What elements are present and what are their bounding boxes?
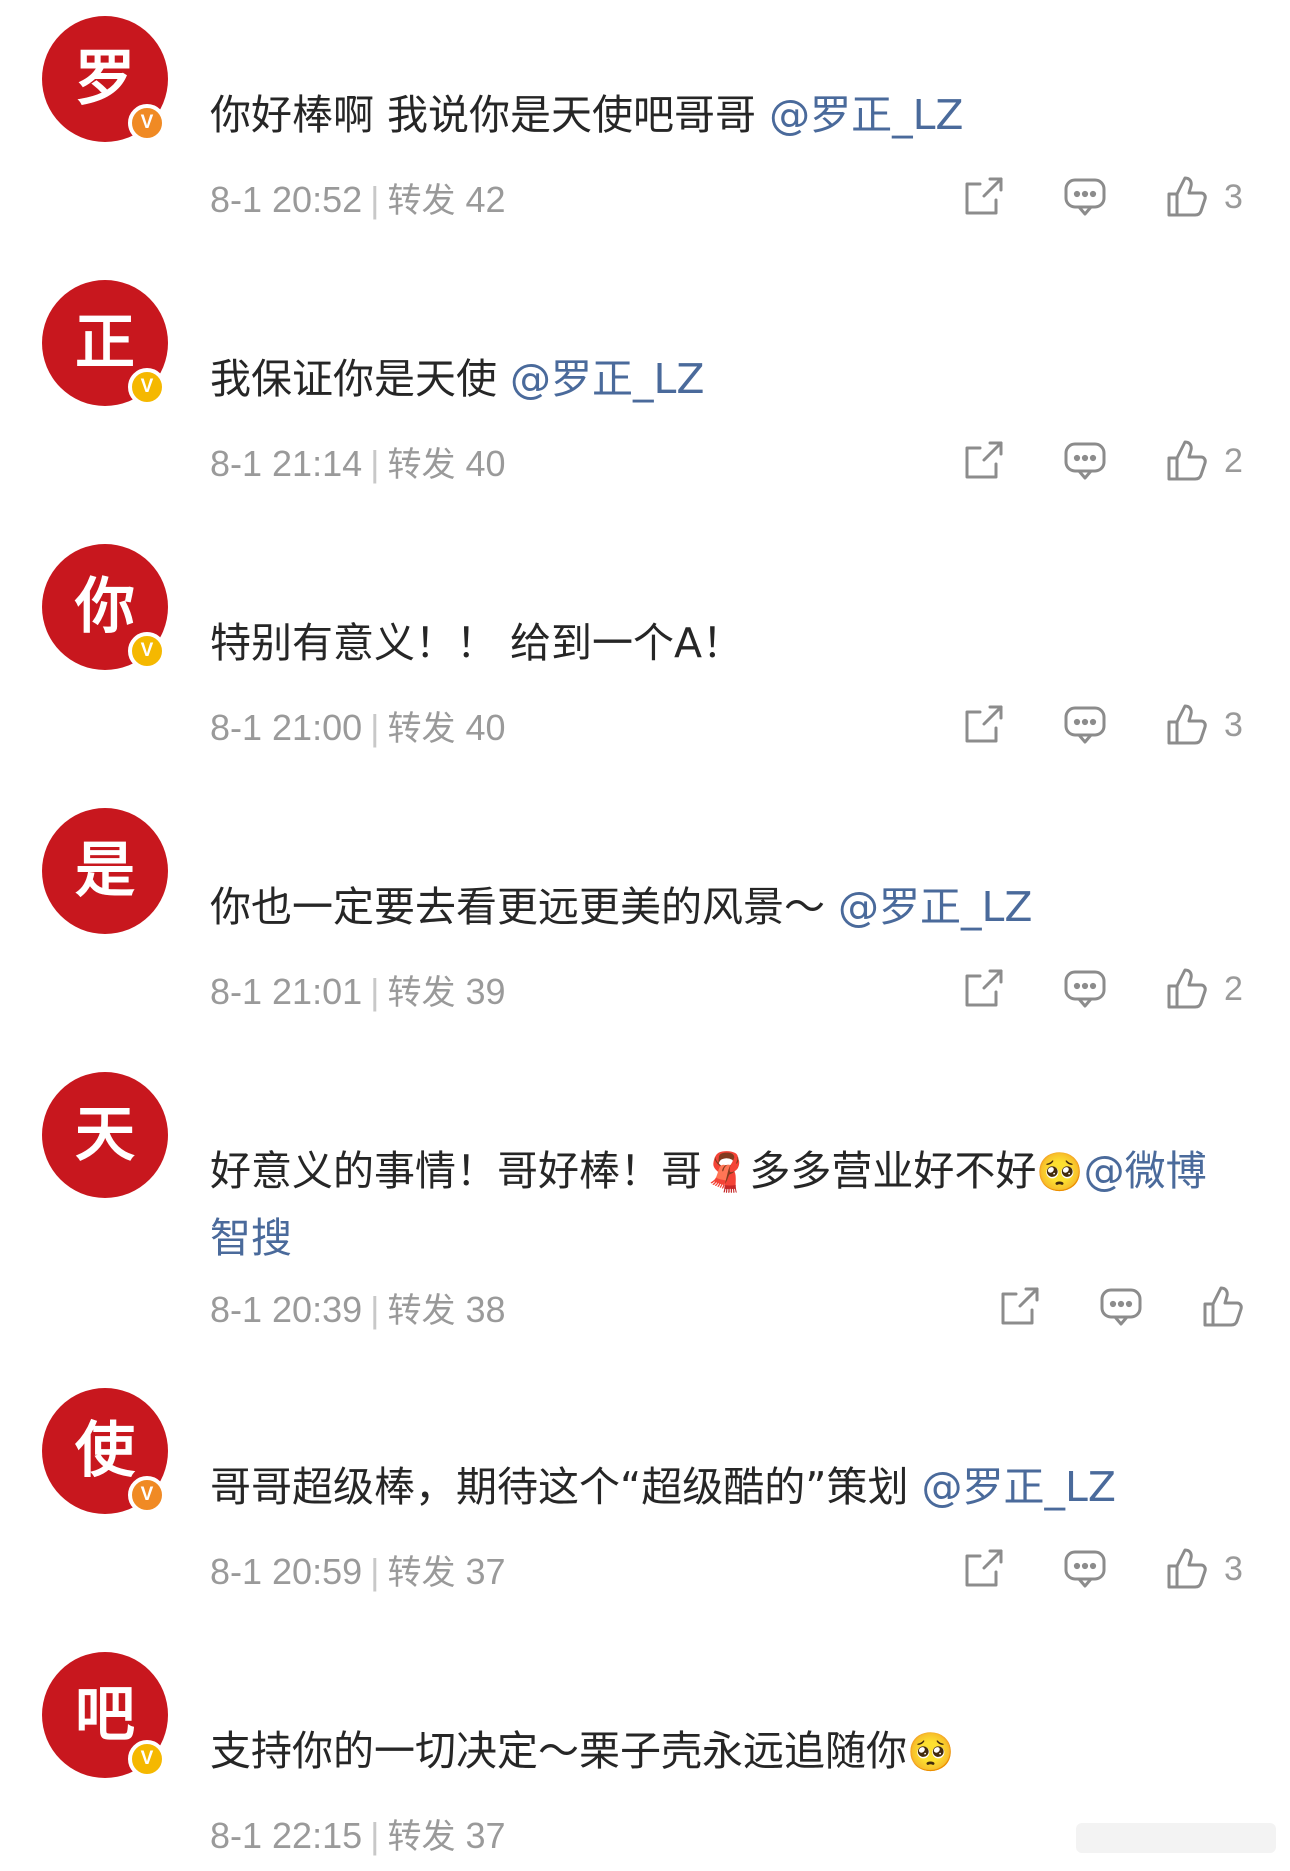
comment-text: 你好棒啊 我说你是天使吧哥哥 @罗正_LZ xyxy=(210,82,1240,148)
comment-text: 特别有意义！！ 给到一个A！ xyxy=(210,610,1240,676)
repost-label: 转发 xyxy=(387,181,456,221)
avatar-initial: 你 xyxy=(75,572,135,642)
avatar-initial: 是 xyxy=(75,836,135,906)
comment-meta: 8-1 21:00 | 转发 40 xyxy=(210,707,506,749)
comment-text: 你也一定要去看更远更美的风景～ @罗正_LZ xyxy=(210,874,1240,940)
share-icon[interactable] xyxy=(960,174,1006,220)
like-count: 3 xyxy=(1224,706,1243,744)
comment-icon[interactable] xyxy=(1098,1284,1144,1330)
comment-body: 支持你的一切决定～栗子壳永远追随你 xyxy=(210,1727,907,1775)
timestamp: 8-1 20:52 xyxy=(210,179,363,220)
action-bar: 3 xyxy=(960,702,1260,754)
mention-link[interactable]: @罗正_LZ xyxy=(510,355,704,403)
repost-label: 转发 xyxy=(387,1553,456,1593)
comment-body: 哥哥超级棒，期待这个“超级酷的”策划 xyxy=(210,1463,909,1511)
like-icon[interactable] xyxy=(1200,1284,1246,1330)
share-icon[interactable] xyxy=(960,1546,1006,1592)
repost-count: 42 xyxy=(465,179,506,220)
comment-text: 支持你的一切决定～栗子壳永远追随你🥺 xyxy=(210,1718,1240,1785)
comment-body-2: 多多营业好不好 xyxy=(749,1147,1037,1195)
action-bar: 3 xyxy=(960,174,1260,226)
verified-badge-icon: V xyxy=(128,1476,166,1514)
verified-badge-icon: V xyxy=(128,632,166,670)
pleading-face-emoji-icon: 🥺 xyxy=(907,1730,955,1774)
verified-badge-icon: V xyxy=(128,1740,166,1778)
comment-body: 好意义的事情！哥好棒！哥 xyxy=(210,1147,702,1195)
avatar-initial: 使 xyxy=(75,1416,135,1486)
like-icon[interactable] xyxy=(1164,966,1210,1012)
repost-count: 40 xyxy=(465,707,506,748)
share-icon[interactable] xyxy=(996,1284,1042,1330)
repost-label: 转发 xyxy=(387,973,456,1013)
share-icon[interactable] xyxy=(960,702,1006,748)
comment-body: 你好棒啊 我说你是天使吧哥哥 xyxy=(210,91,757,139)
like-icon[interactable] xyxy=(1164,174,1210,220)
action-bar: 3 xyxy=(960,1546,1260,1598)
like-icon[interactable] xyxy=(1164,702,1210,748)
comment-body: 我保证你是天使 xyxy=(210,355,497,403)
repost-label: 转发 xyxy=(387,709,456,749)
share-icon[interactable] xyxy=(960,966,1006,1012)
comment-body: 特别有意义！！ 给到一个A！ xyxy=(210,619,744,667)
repost-count: 37 xyxy=(465,1815,506,1856)
comment-text: 哥哥超级棒，期待这个“超级酷的”策划 @罗正_LZ xyxy=(210,1454,1240,1520)
repost-label: 转发 xyxy=(387,1291,456,1331)
verified-badge-icon: V xyxy=(128,368,166,406)
timestamp: 8-1 21:01 xyxy=(210,971,363,1012)
avatar-initial: 罗 xyxy=(75,44,135,114)
repost-label: 转发 xyxy=(387,445,456,485)
comment-text: 好意义的事情！哥好棒！哥🧣多多营业好不好🥺@微博智搜 xyxy=(210,1138,1240,1271)
timestamp: 8-1 21:00 xyxy=(210,707,363,748)
like-icon[interactable] xyxy=(1164,438,1210,484)
avatar-initial: 天 xyxy=(75,1100,135,1170)
verified-badge-icon: V xyxy=(128,104,166,142)
timestamp: 8-1 21:14 xyxy=(210,443,363,484)
comment-text: 我保证你是天使 @罗正_LZ xyxy=(210,346,1240,412)
share-icon[interactable] xyxy=(960,438,1006,484)
comment-icon[interactable] xyxy=(1062,174,1108,220)
action-bar xyxy=(996,1284,1256,1336)
mention-link[interactable]: @罗正_LZ xyxy=(769,91,963,139)
mention-link[interactable]: @罗正_LZ xyxy=(922,1463,1116,1511)
comment-meta: 8-1 21:14 | 转发 40 xyxy=(210,443,506,485)
comment-body: 你也一定要去看更远更美的风景～ xyxy=(210,883,825,931)
avatar-initial: 吧 xyxy=(75,1680,135,1750)
scroll-indicator[interactable] xyxy=(1076,1823,1276,1853)
comment-meta: 8-1 20:59 | 转发 37 xyxy=(210,1551,506,1593)
timestamp: 8-1 20:39 xyxy=(210,1289,363,1330)
avatar[interactable]: 是 xyxy=(42,808,168,934)
comment-icon[interactable] xyxy=(1062,1546,1108,1592)
comment-meta: 8-1 21:01 | 转发 39 xyxy=(210,971,506,1013)
repost-count: 39 xyxy=(465,971,506,1012)
action-bar: 2 xyxy=(960,966,1260,1018)
scarf-emoji-icon: 🧣 xyxy=(702,1150,750,1194)
repost-label: 转发 xyxy=(387,1817,456,1857)
comment-icon[interactable] xyxy=(1062,966,1108,1012)
like-count: 3 xyxy=(1224,1550,1243,1588)
repost-count: 40 xyxy=(465,443,506,484)
avatar-initial: 正 xyxy=(75,308,135,378)
like-count: 2 xyxy=(1224,442,1243,480)
timestamp: 8-1 22:15 xyxy=(210,1815,363,1856)
action-bar: 2 xyxy=(960,438,1260,490)
comment-meta: 8-1 20:39 | 转发 38 xyxy=(210,1289,506,1331)
like-count: 2 xyxy=(1224,970,1243,1008)
mention-link[interactable]: @罗正_LZ xyxy=(838,883,1032,931)
avatar[interactable]: 天 xyxy=(42,1072,168,1198)
repost-count: 37 xyxy=(465,1551,506,1592)
like-count: 3 xyxy=(1224,178,1243,216)
pleading-face-emoji-icon: 🥺 xyxy=(1036,1150,1084,1194)
comment-meta: 8-1 22:15 | 转发 37 xyxy=(210,1815,506,1857)
comment-meta: 8-1 20:52 | 转发 42 xyxy=(210,179,506,221)
comment-icon[interactable] xyxy=(1062,438,1108,484)
comment-icon[interactable] xyxy=(1062,702,1108,748)
repost-count: 38 xyxy=(465,1289,506,1330)
timestamp: 8-1 20:59 xyxy=(210,1551,363,1592)
like-icon[interactable] xyxy=(1164,1546,1210,1592)
